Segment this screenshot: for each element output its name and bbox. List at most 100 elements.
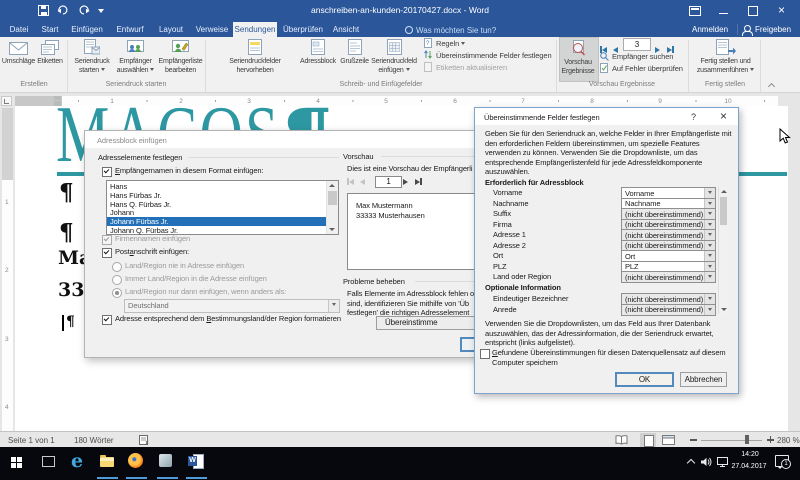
tab-einfuegen[interactable]: Einfügen [66,22,108,37]
preview-number-box[interactable]: 1 [375,176,402,188]
zoom-slider-thumb[interactable] [745,435,749,444]
fertig-stellen-button[interactable]: Fertig stellen und zusammenführen [694,38,757,75]
fehler-ueberpruefen-button[interactable]: Auf Fehler überprüfen [600,63,683,73]
save-matches-checkbox[interactable] [480,349,490,359]
signin-link[interactable]: Anmelden [692,25,728,34]
umschlaege-button[interactable]: Umschläge [3,38,34,66]
window-title: anschreiben-an-kunden-20170427.docx - Wo… [0,5,800,15]
record-number-box[interactable]: 3 [623,38,651,51]
list-item[interactable]: Hans [110,182,127,191]
preview-first-button[interactable] [347,178,354,187]
field-combo-land[interactable]: (nicht übereinstimmend) [621,271,716,283]
seriendruck-starten-button[interactable]: Seriendruck starten [71,38,113,75]
empfaenger-auswaehlen-button[interactable]: Empfänger auswählen [114,38,157,75]
regeln-button[interactable]: ? Regeln [424,38,465,48]
app-icon-gray[interactable] [159,454,172,467]
tab-entwurf[interactable]: Entwurf [110,22,150,37]
radio-land-nur[interactable] [112,288,122,298]
ribbon: Umschläge Etiketten Seriendruck starten … [0,37,800,93]
dialog2-close-button[interactable]: × [720,109,727,123]
tray-chevron-icon[interactable] [687,459,695,467]
preview-prev-button[interactable] [360,178,365,187]
dialog-adressblock: Adressblock einfügen Adresselemente fest… [84,130,487,358]
minimize-button[interactable] [719,13,728,14]
radio-land-immer[interactable] [112,275,122,285]
zoom-slider-track[interactable] [701,440,762,441]
tab-layout[interactable]: Layout [152,22,190,37]
field-label: Vorname [493,188,522,197]
adressblock-button[interactable]: Adressblock [299,38,337,66]
word-taskbar-icon[interactable]: W [188,454,202,467]
empfaenger-suchen-button[interactable]: Empfänger suchen [600,51,673,61]
etiketten-button[interactable]: Etiketten [35,38,65,66]
zoom-out-button[interactable] [690,439,697,441]
tab-sendungen[interactable]: Sendungen [233,22,277,37]
preview-last-button[interactable] [415,178,422,187]
tray-date[interactable]: 27.04.2017 [729,463,769,470]
vertical-ruler: 1 2 3 4 [2,108,13,431]
dialog2-help-button[interactable]: ? [691,112,696,122]
group-label-seriendruck-starten: Seriendruck starten [86,81,186,88]
collapse-ribbon-icon[interactable] [768,83,775,90]
etiketten-aktualisieren-button[interactable]: Etiketten aktualisieren [424,62,507,72]
names-checkbox[interactable] [102,167,112,177]
start-button[interactable] [11,457,16,462]
share-button[interactable]: Freigeben [755,25,791,34]
zoom-level[interactable]: 280 % [777,436,800,445]
tab-datei[interactable]: Datei [2,22,36,37]
preview-line1: Max Mustermann [356,201,413,210]
ribbon-display-icon[interactable] [689,6,701,16]
name-format-listbox[interactable]: Hans Hans Fürbas Jr. Hans Q. Fürbas Jr. … [106,180,339,235]
seriendruckfelder-hervorheben-button[interactable]: Seriendruckfelder hervorheben [213,38,297,75]
tab-selector[interactable] [1,96,12,106]
tray-time[interactable]: 14:20 [736,451,764,458]
preview-next-button[interactable] [403,178,408,187]
edge-icon[interactable]: e [71,450,83,472]
tab-ansicht[interactable]: Ansicht [328,22,364,37]
print-layout-icon[interactable] [640,433,656,447]
para-mark-2: ¶ [59,219,74,246]
ribbon-tab-row: Datei Start Einfügen Entwurf Layout Verw… [0,22,800,37]
tab-ueberpruefen[interactable]: Überprüfen [280,22,326,37]
field-label: Land oder Region [493,272,551,281]
tellme-box[interactable]: Was möchten Sie tun? [416,26,496,35]
maximize-button[interactable] [748,6,758,16]
format-checkbox[interactable] [102,315,112,325]
firefox-icon[interactable] [128,453,143,468]
tab-start[interactable]: Start [38,22,62,37]
field-combo-anrede[interactable]: (nicht übereinstimmend) [621,304,716,316]
close-button[interactable]: × [778,3,785,17]
tab-verweise[interactable]: Verweise [191,22,233,37]
dialog2-outro: Verwenden Sie die Dropdownlisten, um das… [485,319,710,328]
list-item[interactable]: Hans Q. Fürbas Jr. [110,200,171,209]
proofing-icon[interactable] [139,435,151,445]
postanschrift-checkbox[interactable] [102,248,112,258]
preview-results-icon [570,39,587,56]
dialog2-ok-button[interactable]: OK [615,372,674,387]
uebereinstimmende-felder-button[interactable]: Übereinstimmende Felder festlegen [424,50,552,60]
firmennamen-checkbox[interactable] [102,235,112,245]
file-explorer-icon[interactable] [100,457,114,467]
list-item[interactable]: Hans Fürbas Jr. [110,191,161,200]
title-bar: anschreiben-an-kunden-20170427.docx - Wo… [0,0,800,22]
speaker-icon[interactable] [700,456,713,468]
grusszeile-button[interactable]: Grußzeile [338,38,371,66]
task-view-button[interactable] [42,456,55,467]
listbox-scrollbar[interactable] [326,181,338,234]
notification-icon[interactable]: 1 [775,455,789,467]
status-words[interactable]: 180 Wörter [74,436,114,445]
dialog2-scrollbar[interactable] [718,187,728,314]
status-page[interactable]: Seite 1 von 1 [8,436,55,445]
radio-land-nie[interactable] [112,262,122,272]
match-fields-button[interactable]: Übereinstimme [376,316,487,330]
country-combobox[interactable]: Deutschland [124,299,340,313]
country-combo-arrow[interactable] [328,300,339,312]
empfaengerliste-bearbeiten-button[interactable]: Empfängerliste bearbeiten [157,38,204,75]
dialog2-cancel-button[interactable]: Abbrechen [680,372,727,387]
start-mailmerge-icon [84,38,100,55]
vorschau-ergebnisse-button[interactable]: Vorschau Ergebnisse [559,37,599,82]
seriendruckfeld-einfuegen-button[interactable]: Seriendruckfeld einfügen [371,38,417,75]
list-item-selected[interactable]: Johann Fürbas Jr. [110,217,168,226]
web-layout-icon[interactable] [662,435,675,445]
read-mode-icon[interactable] [615,435,628,445]
